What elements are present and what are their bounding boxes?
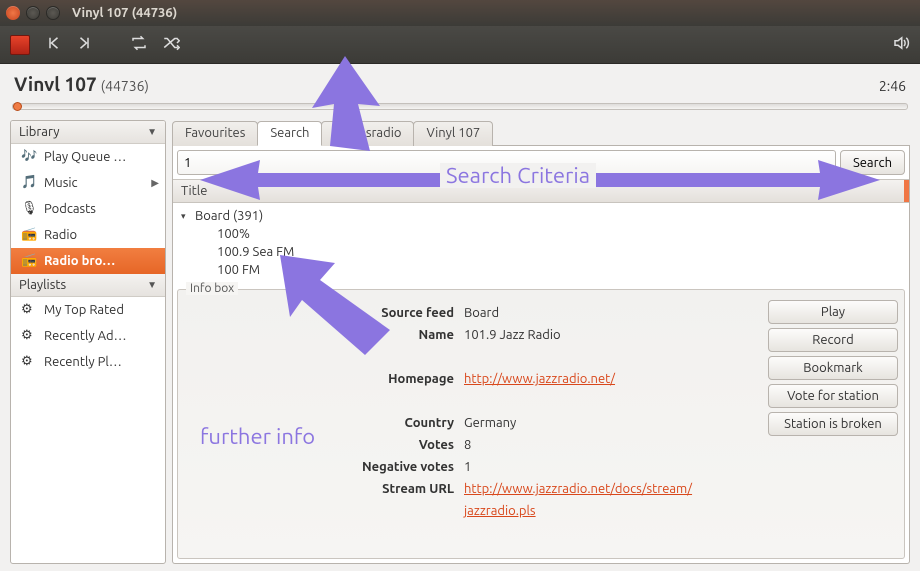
sidebar-item-play-queue[interactable]: 🎶Play Queue … (11, 144, 165, 170)
vote-button[interactable]: Vote for station (768, 384, 898, 408)
toolbar (0, 26, 920, 64)
sidebar-playlist-recently-played[interactable]: ⚙Recently Pl… (11, 349, 165, 375)
info-legend: Info box (186, 282, 238, 295)
radio-icon: 📻 (21, 227, 37, 243)
info-country: Germany (464, 412, 768, 434)
track-time: 2:46 (879, 78, 906, 94)
sidebar-playlist-recently-added[interactable]: ⚙Recently Ad… (11, 323, 165, 349)
bookmark-button[interactable]: Bookmark (768, 356, 898, 380)
expand-icon: ▾ (181, 211, 191, 222)
music-icon: 🎵 (21, 175, 37, 191)
track-title: Vinvl 107 (14, 73, 97, 95)
play-button[interactable]: Play (768, 300, 898, 324)
stop-button[interactable] (10, 35, 30, 55)
results-tree: ▾Board (391) 100% 100.9 Sea FM 100 FM (173, 203, 909, 285)
maximize-icon[interactable] (46, 6, 60, 20)
prev-button[interactable] (44, 34, 62, 56)
search-button[interactable]: Search (840, 150, 905, 175)
progress-bar[interactable] (12, 103, 908, 110)
sidebar-playlist-top-rated[interactable]: ⚙My Top Rated (11, 297, 165, 323)
tree-group[interactable]: ▾Board (391) (177, 207, 905, 225)
info-name: 101.9 Jazz Radio (464, 324, 768, 346)
sidebar-item-radio-browser[interactable]: 📻Radio bro… (11, 248, 165, 274)
info-stream-link2[interactable]: jazzradio.pls (464, 504, 536, 518)
sidebar-item-podcasts[interactable]: 🎙Podcasts (11, 196, 165, 222)
gear-icon: ⚙ (21, 328, 37, 344)
tab-vinyl107[interactable]: Vinyl 107 (413, 121, 493, 146)
record-button[interactable]: Record (768, 328, 898, 352)
column-header-title[interactable]: Title (173, 179, 909, 203)
broken-button[interactable]: Station is broken (768, 412, 898, 436)
podcast-icon: 🎙 (21, 201, 37, 217)
sidebar-item-radio[interactable]: 📻Radio (11, 222, 165, 248)
tab-search[interactable]: Search (257, 121, 322, 146)
tree-row[interactable]: 100.9 Sea FM (177, 243, 905, 261)
info-source: Board (464, 302, 768, 324)
info-box: Info box Source feed Name Homepage Count… (177, 289, 905, 559)
minimize-icon[interactable] (26, 6, 40, 20)
close-icon[interactable] (6, 6, 20, 20)
chevron-down-icon: ▼ (147, 126, 157, 138)
shuffle-button[interactable] (162, 34, 180, 56)
tab-oldiesradio[interactable]: Oldiesradio (321, 121, 414, 146)
tab-bar: Favourites Search Oldiesradio Vinyl 107 (172, 120, 910, 146)
chevron-right-icon: ▶ (151, 177, 159, 189)
next-button[interactable] (76, 34, 94, 56)
window-title: Vinyl 107 (44736) (72, 6, 177, 20)
search-input[interactable] (177, 150, 836, 175)
tree-row[interactable]: 100% (177, 225, 905, 243)
sidebar: Library▼ 🎶Play Queue … 🎵Music▶ 🎙Podcasts… (10, 120, 166, 564)
sidebar-item-music[interactable]: 🎵Music▶ (11, 170, 165, 196)
sidebar-heading-playlists[interactable]: Playlists▼ (11, 274, 165, 297)
main-panel: Favourites Search Oldiesradio Vinyl 107 … (172, 120, 910, 564)
titlebar: Vinyl 107 (44736) (0, 0, 920, 26)
gear-icon: ⚙ (21, 354, 37, 370)
info-homepage-link[interactable]: http://www.jazzradio.net/ (464, 372, 615, 386)
chevron-down-icon: ▼ (147, 279, 157, 291)
info-stream-link[interactable]: http://www.jazzradio.net/docs/stream/ (464, 482, 692, 496)
sidebar-heading-library[interactable]: Library▼ (11, 121, 165, 144)
repeat-button[interactable] (130, 34, 148, 56)
gear-icon: ⚙ (21, 302, 37, 318)
track-header: Vinvl 107 (44736) 2:46 (0, 64, 920, 99)
progress-thumb[interactable] (13, 102, 22, 111)
tree-row[interactable]: 100 FM (177, 261, 905, 279)
track-extra: (44736) (101, 78, 149, 94)
info-votes: 8 (464, 434, 768, 456)
tab-favourites[interactable]: Favourites (172, 121, 258, 146)
queue-icon: 🎶 (21, 149, 37, 165)
volume-icon[interactable] (892, 34, 910, 56)
radio-browser-icon: 📻 (21, 253, 37, 269)
info-negvotes: 1 (464, 456, 768, 478)
